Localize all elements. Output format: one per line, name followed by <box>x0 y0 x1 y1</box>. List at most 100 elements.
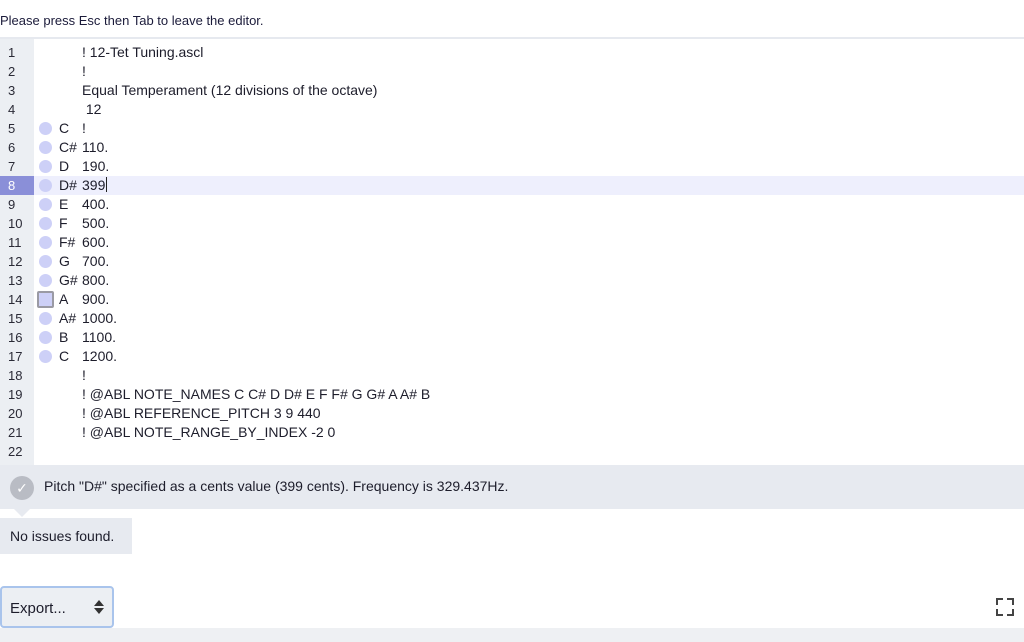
line-number: 1 <box>8 45 16 60</box>
editor-line[interactable]: 18! <box>0 366 1024 385</box>
export-select[interactable]: Export... <box>0 586 114 628</box>
pitch-marker-icon[interactable] <box>39 331 52 344</box>
pitch-marker-icon[interactable] <box>39 179 52 192</box>
line-number: 13 <box>8 273 23 288</box>
line-code: 1200. <box>82 348 118 364</box>
line-number: 7 <box>8 159 16 174</box>
editor-line[interactable]: 2! <box>0 62 1024 81</box>
text-cursor <box>106 177 108 192</box>
line-number: 17 <box>8 349 23 364</box>
editor-line[interactable]: 21 ! @ABL NOTE_RANGE_BY_INDEX -2 0 <box>0 423 1024 442</box>
note-name: G# <box>59 272 78 288</box>
pitch-marker-icon[interactable] <box>39 160 52 173</box>
note-name: A# <box>59 310 77 326</box>
pitch-marker-icon[interactable] <box>39 217 52 230</box>
line-code: 190. <box>82 158 110 174</box>
editor-line[interactable]: 9 E 400. <box>0 195 1024 214</box>
note-name: C <box>59 120 70 136</box>
note-name: D <box>59 158 70 174</box>
line-number: 4 <box>8 102 16 117</box>
line-number: 6 <box>8 140 16 155</box>
editor-line[interactable]: 7 D 190. <box>0 157 1024 176</box>
line-number: 19 <box>8 387 23 402</box>
line-code: 12 <box>82 101 102 117</box>
line-code: 600. <box>82 234 110 250</box>
line-number: 18 <box>8 368 23 383</box>
editor-line[interactable]: 13 G# 800. <box>0 271 1024 290</box>
line-code: 399 <box>82 177 108 193</box>
line-number: 8 <box>0 176 34 195</box>
status-panel: ✓ Pitch "D#" specified as a cents value … <box>0 465 1024 509</box>
check-icon: ✓ <box>10 476 34 500</box>
line-code: ! <box>82 367 86 383</box>
editor-line[interactable]: 19 ! @ABL NOTE_NAMES C C# D D# E F F# G G… <box>0 385 1024 404</box>
line-code: Equal Temperament (12 divisions of the o… <box>82 82 378 98</box>
editor-line[interactable]: 20 ! @ABL REFERENCE_PITCH 3 9 440 <box>0 404 1024 423</box>
code-editor[interactable]: 1 ! 12-Tet Tuning.ascl 2! 3 Equal Temperamen… <box>0 37 1024 467</box>
line-code: 700. <box>82 253 110 269</box>
editor-line[interactable]: 12 G 700. <box>0 252 1024 271</box>
export-label: Export... <box>10 600 66 617</box>
editor-line[interactable]: 4 12 <box>0 100 1024 119</box>
line-code: ! <box>82 63 86 79</box>
line-code: 900. <box>82 291 110 307</box>
line-number: 21 <box>8 425 23 440</box>
line-code: ! 12-Tet Tuning.ascl <box>82 44 204 60</box>
note-name: B <box>59 329 69 345</box>
note-name: C <box>59 348 70 364</box>
note-name: C# <box>59 139 77 155</box>
pitch-marker-icon[interactable] <box>39 274 52 287</box>
fullscreen-icon[interactable] <box>996 598 1014 616</box>
issues-message: No issues found. <box>10 528 115 544</box>
bottom-bar <box>0 628 1024 642</box>
line-code: ! <box>82 120 86 136</box>
line-number: 11 <box>8 235 22 250</box>
editor-line[interactable]: 11 F# 600. <box>0 233 1024 252</box>
editor-line[interactable]: 3 Equal Temperament (12 divisions of the … <box>0 81 1024 100</box>
editor-line[interactable]: 17 C 1200. <box>0 347 1024 366</box>
pitch-marker-icon[interactable] <box>39 255 52 268</box>
line-number: 9 <box>8 197 16 212</box>
line-code: 800. <box>82 272 110 288</box>
editor-hint: Please press Esc then Tab to leave the e… <box>0 13 264 28</box>
editor-line[interactable]: 22 <box>0 442 1024 461</box>
line-code: 500. <box>82 215 110 231</box>
line-number: 5 <box>8 121 16 136</box>
line-code: 400. <box>82 196 110 212</box>
line-code: 1000. <box>82 310 118 326</box>
editor-line[interactable]: 5 C! <box>0 119 1024 138</box>
editor-line[interactable]: 14 A 900. <box>0 290 1024 309</box>
pitch-marker-icon[interactable] <box>39 122 52 135</box>
line-number: 14 <box>8 292 23 307</box>
line-code: ! @ABL NOTE_NAMES C C# D D# E F F# G G# … <box>82 386 431 402</box>
status-pointer <box>14 509 30 517</box>
line-number: 16 <box>8 330 23 345</box>
editor-line[interactable]: 1 ! 12-Tet Tuning.ascl <box>0 43 1024 62</box>
pitch-marker-icon[interactable] <box>39 141 52 154</box>
pitch-marker-icon[interactable] <box>39 312 52 325</box>
note-name: E <box>59 196 69 212</box>
updown-arrows-icon <box>94 599 104 615</box>
editor-line[interactable]: 15 A# 1000. <box>0 309 1024 328</box>
editor-line[interactable]: 10 F 500. <box>0 214 1024 233</box>
pitch-marker-icon[interactable] <box>39 236 52 249</box>
pitch-marker-icon[interactable] <box>39 198 52 211</box>
line-code: ! @ABL REFERENCE_PITCH 3 9 440 <box>82 405 321 421</box>
editor-line[interactable]: 16 B 1100. <box>0 328 1024 347</box>
line-code: ! @ABL NOTE_RANGE_BY_INDEX -2 0 <box>82 424 336 440</box>
pitch-marker-icon[interactable] <box>39 350 52 363</box>
note-name: F# <box>59 234 76 250</box>
note-name: A <box>59 291 69 307</box>
line-number: 20 <box>8 406 23 421</box>
note-name: D# <box>59 177 77 193</box>
line-number: 22 <box>8 444 23 459</box>
line-number: 2 <box>8 64 16 79</box>
line-code: 1100. <box>82 329 116 345</box>
line-number: 15 <box>8 311 23 326</box>
note-name: G <box>59 253 70 269</box>
editor-line[interactable]: 6 C# 110. <box>0 138 1024 157</box>
pitch-marker-icon[interactable] <box>37 291 54 308</box>
editor-line[interactable]: 8 D# 399 <box>0 176 1024 195</box>
issues-panel: No issues found. <box>0 518 132 554</box>
line-number: 3 <box>8 83 16 98</box>
